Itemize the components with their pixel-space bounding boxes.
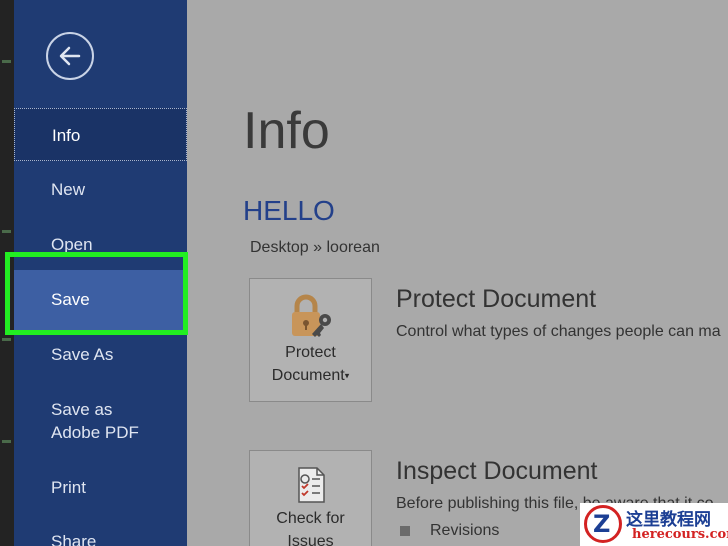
document-name: HELLO xyxy=(243,195,335,226)
protect-tile-label-1: Protect xyxy=(285,344,336,361)
inspect-bullet-revisions: Revisions xyxy=(430,522,500,539)
sidebar-item-share[interactable]: Share xyxy=(14,530,187,546)
page-title: Info xyxy=(243,102,330,160)
inspect-document-title: Inspect Document xyxy=(396,457,598,485)
arrow-left-icon xyxy=(59,46,81,66)
save-highlight-box xyxy=(5,252,188,335)
sidebar-item-info[interactable]: Info xyxy=(14,108,187,161)
check-for-issues-button[interactable]: Check for Issues xyxy=(249,450,372,546)
sidebar-item-new[interactable]: New xyxy=(14,178,187,202)
sidebar-item-save-as[interactable]: Save As xyxy=(14,343,187,367)
back-button[interactable] xyxy=(46,32,94,80)
watermark-text-en: herecours.com xyxy=(632,527,728,542)
protect-document-button[interactable]: Protect Document▾ xyxy=(249,278,372,402)
inspect-tile-label-1: Check for xyxy=(276,510,345,527)
bullet-square-icon xyxy=(400,526,410,536)
document-path: Desktop » loorean xyxy=(250,239,380,256)
watermark-logo: Z xyxy=(584,505,622,543)
watermark-logo-letter: Z xyxy=(593,510,611,538)
dropdown-caret-icon: ▾ xyxy=(344,370,350,381)
watermark: Z 这里教程网 herecours.com xyxy=(580,503,728,546)
protect-tile-label-2: Document xyxy=(271,367,345,384)
lock-key-icon xyxy=(291,294,331,337)
protect-document-description: Control what types of changes people can… xyxy=(396,323,721,340)
sidebar-item-print[interactable]: Print xyxy=(14,476,187,500)
protect-tile-label-2-row: Document▾ xyxy=(250,364,371,387)
inspect-document-icon xyxy=(297,467,325,503)
inspect-tile-label-2: Issues xyxy=(287,533,334,546)
protect-document-title: Protect Document xyxy=(396,285,597,313)
sidebar-item-save-as-pdf[interactable]: Save as Adobe PDF xyxy=(14,398,164,444)
